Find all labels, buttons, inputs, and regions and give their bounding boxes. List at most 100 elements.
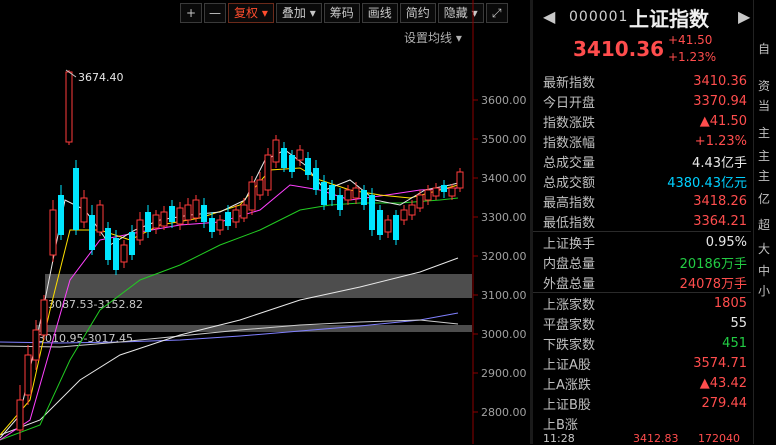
quote-value: 3574.71: [693, 355, 747, 371]
quote-label: 上证A股: [543, 357, 591, 373]
right-tab[interactable]: 大: [758, 240, 770, 257]
gap-label-upper: 3087.53-3152.82: [48, 298, 143, 311]
quote-row: 上B涨: [533, 413, 751, 433]
candle-body: [344, 189, 352, 201]
candle-body: [136, 219, 144, 241]
quote-label: 上涨家数: [543, 297, 596, 313]
candle-body: [296, 149, 304, 161]
quote-row: 上证换手 0.95%: [533, 232, 751, 252]
candle-body: [281, 148, 287, 168]
quote-value: 451: [722, 335, 747, 351]
candle-body: [73, 168, 79, 230]
candle-body: [160, 211, 168, 227]
quote-row: 最高指数 3418.26: [533, 191, 751, 211]
quote-row: 最新指数 3410.36: [533, 71, 751, 91]
candle-body: [24, 354, 32, 396]
right-tab[interactable]: 自: [758, 40, 770, 57]
tick-footer: 11:28 3412.83 172040: [533, 432, 776, 445]
gap-band-upper: [45, 274, 472, 298]
candle-body: [305, 158, 311, 175]
quote-label: 最低指数: [543, 215, 596, 231]
candle-body: [49, 209, 57, 256]
candle-body: [129, 232, 135, 255]
quote-value: 0.95%: [705, 234, 747, 250]
candle-body: [16, 399, 24, 431]
next-arrow-icon[interactable]: ▶: [738, 7, 750, 26]
candle-body: [256, 179, 264, 196]
candle-body: [65, 71, 73, 143]
quote-row: 下跌家数 451: [533, 333, 751, 353]
candle-body: [264, 154, 272, 191]
right-tab[interactable]: 资: [758, 77, 770, 94]
candle-body: [441, 185, 447, 192]
prev-arrow-icon[interactable]: ◀: [543, 7, 555, 26]
candle-body: [377, 210, 383, 235]
candle-body: [152, 214, 160, 229]
quote-value: 3370.94: [693, 93, 747, 109]
candlestick-svg: 3600.00 3500.00 3400.00 3300.00 3200.00 3100.…: [0, 0, 527, 444]
candle-body: [232, 209, 240, 223]
price-axis-label: 3300.00: [481, 211, 527, 224]
candle-body: [432, 187, 440, 197]
price-change: +41.50: [668, 33, 713, 47]
quote-row: 指数涨幅 +1.23%: [533, 131, 751, 151]
candle-body: [448, 187, 456, 197]
quote-label: 最高指数: [543, 195, 596, 211]
candle-body: [80, 197, 88, 223]
quote-value: ▲41.50: [699, 113, 747, 129]
candle-body: [89, 215, 95, 250]
candle-body: [352, 187, 360, 199]
quote-row: 上证B股 279.44: [533, 393, 751, 413]
candle-body: [40, 299, 48, 336]
quote-value: 4.43亿手: [692, 155, 747, 171]
right-tab[interactable]: 中: [758, 262, 770, 279]
quote-value: 4380.43亿元: [667, 175, 747, 191]
price-change-pct: +1.23%: [668, 50, 717, 64]
quote-label: 上证换手: [543, 236, 596, 252]
quote-row: 平盘家数 55: [533, 313, 751, 333]
price-axis-label: 3600.00: [481, 94, 527, 107]
right-tab[interactable]: 主: [758, 124, 770, 141]
candle-body: [329, 185, 335, 200]
right-tab[interactable]: 主: [758, 147, 770, 164]
price-axis-label: 3200.00: [481, 250, 527, 263]
candle-body: [58, 195, 64, 235]
quote-value: 3418.26: [693, 193, 747, 209]
candle-body: [337, 195, 343, 210]
right-tab[interactable]: 当: [758, 97, 770, 114]
quote-row: 指数涨跌 ▲41.50: [533, 111, 751, 131]
candle-body: [416, 194, 424, 209]
quote-row: 上A涨跌 ▲43.42: [533, 373, 751, 393]
right-tab[interactable]: 超: [758, 216, 770, 233]
candle-body: [184, 204, 192, 221]
candle-body: [393, 215, 399, 240]
quote-label: 最新指数: [543, 75, 596, 91]
candle-body: [272, 139, 280, 163]
right-tab[interactable]: 主: [758, 167, 770, 184]
kline-chart-panel[interactable]: + — 复权 ▾ 叠加 ▾ 筹码 画线 简约 隐藏 ▾ ⤢ 设置均线 ▾ 360…: [0, 0, 530, 444]
high-annotation-label: 3674.40: [78, 71, 124, 84]
candle-body: [361, 190, 367, 205]
price-axis-label: 3100.00: [481, 289, 527, 302]
candle-body: [145, 212, 151, 232]
quote-label: 上B涨: [543, 417, 578, 433]
candle-body: [176, 207, 184, 225]
candle-body: [201, 205, 207, 222]
quote-value: 1805: [713, 295, 747, 311]
current-price: 3410.36: [573, 37, 665, 61]
quote-header: ◀ 000001 上证指数 ▶ 3410.36 +41.50 +1.23%: [533, 0, 776, 66]
candle-body: [209, 218, 215, 232]
candle-body: [248, 181, 256, 211]
candle-body: [216, 219, 224, 231]
quote-row: 最低指数 3364.21: [533, 211, 751, 231]
tick-price: 3412.83: [633, 432, 679, 445]
tick-time: 11:28: [543, 432, 575, 445]
candle-body: [96, 204, 104, 233]
price-axis-label: 3400.00: [481, 172, 527, 185]
right-tab[interactable]: 小: [758, 282, 770, 299]
right-tab[interactable]: 亿: [758, 190, 770, 207]
candle-body: [225, 212, 231, 226]
quote-value: 24078万手: [679, 276, 747, 292]
quote-label: 上证B股: [543, 397, 591, 413]
candle-body: [240, 204, 248, 219]
